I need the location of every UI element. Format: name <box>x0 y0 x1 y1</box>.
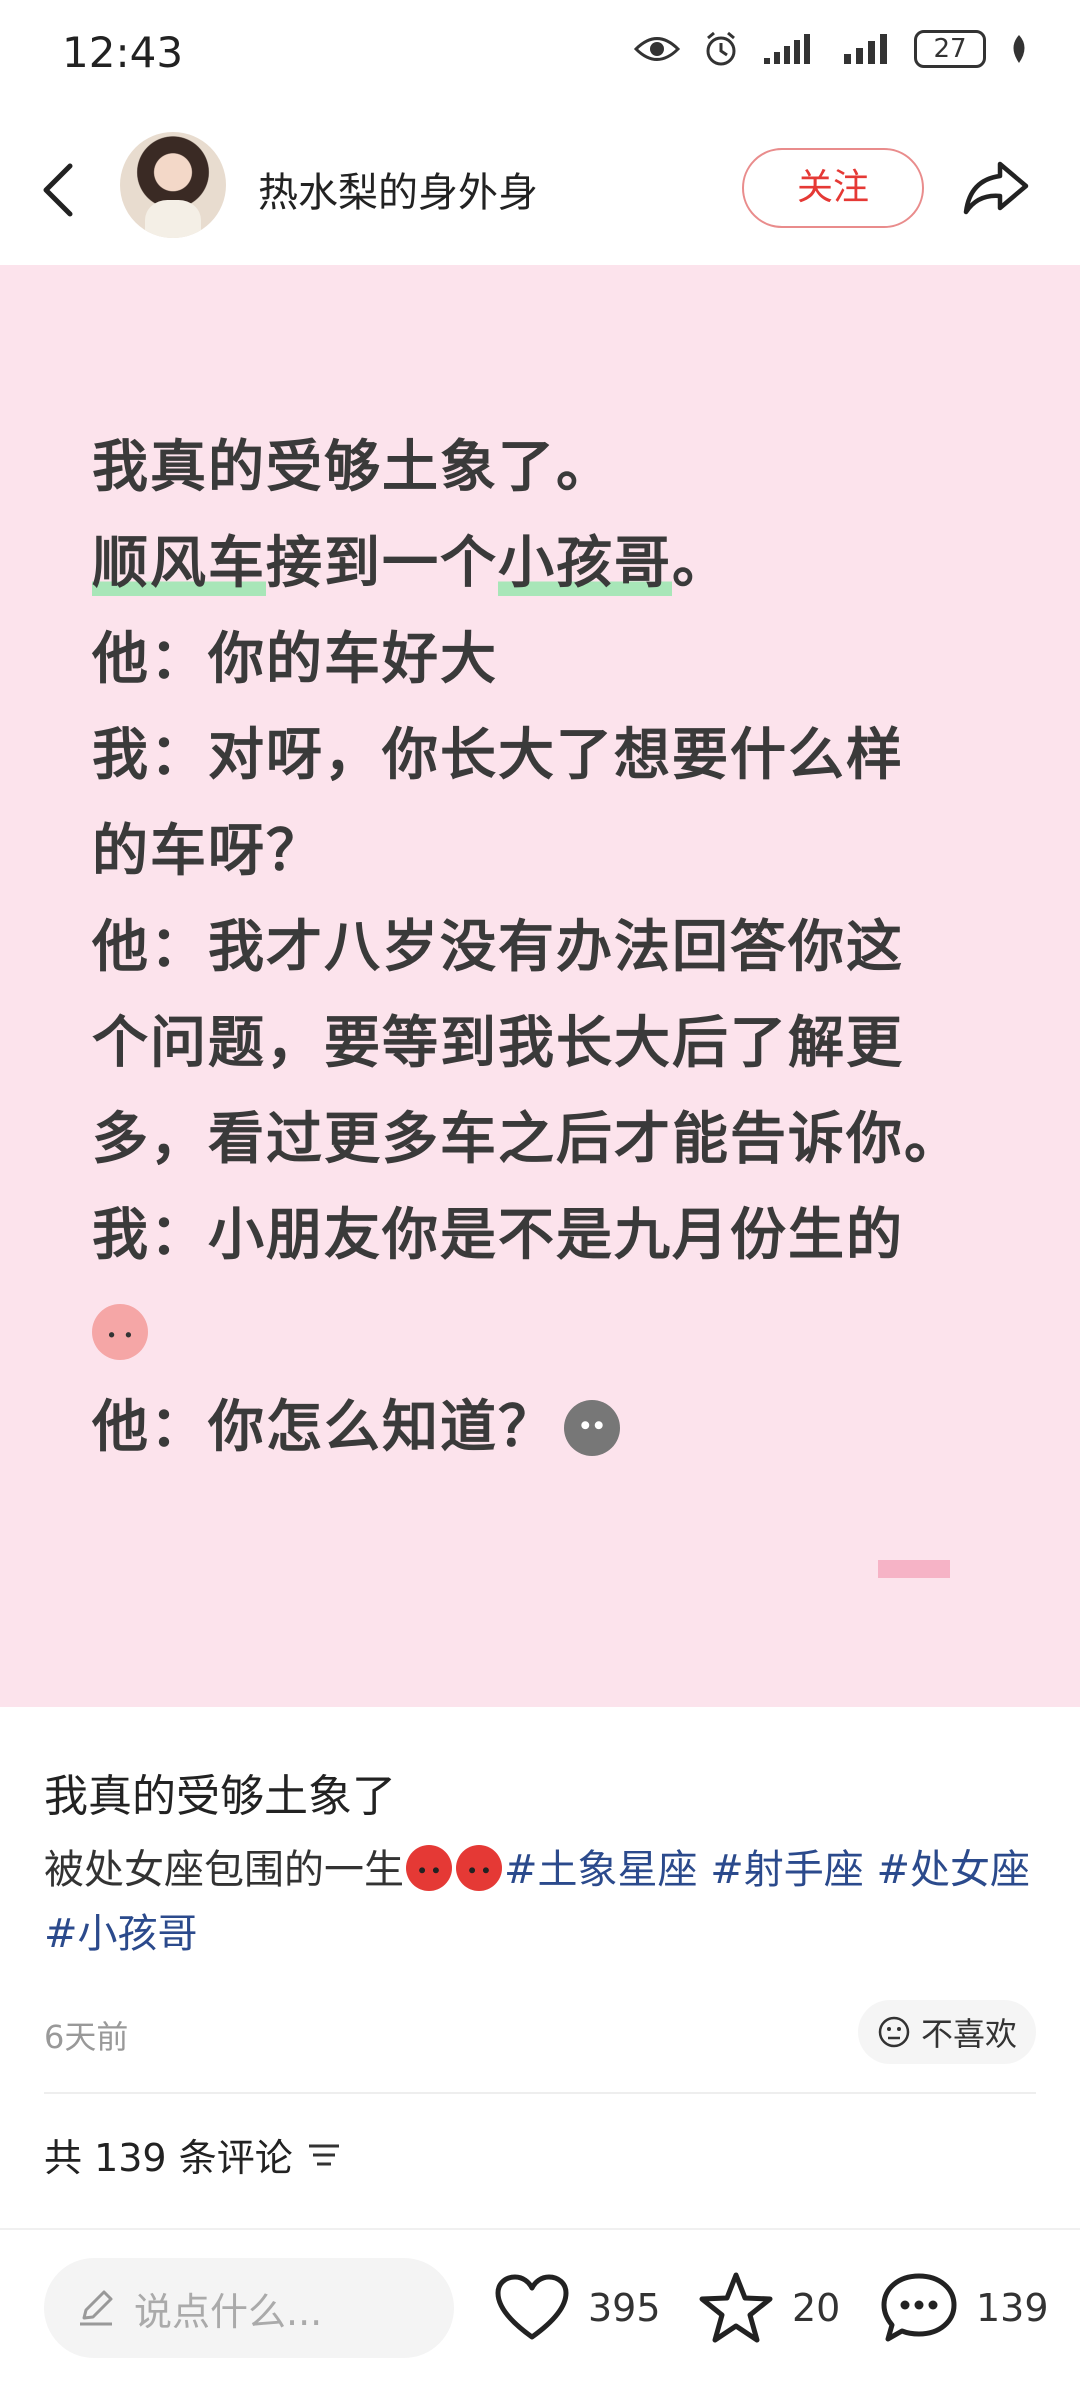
share-icon[interactable] <box>962 158 1030 218</box>
neutral-face-icon <box>878 2016 910 2048</box>
follow-button[interactable]: 关注 <box>742 148 924 228</box>
post-image-text: 我真的受够土象了。 顺风车接到一个小孩哥。 他：你的车好大 我：对呀，你长大了想… <box>92 420 1012 1476</box>
highlight-text: 小孩哥 <box>498 531 672 596</box>
avatar[interactable] <box>120 132 226 238</box>
comment-button[interactable]: 139 <box>880 2260 1049 2356</box>
post-line <box>92 1284 1012 1380</box>
post-title: 我真的受够土象了 <box>44 1771 396 1822</box>
hashtag[interactable]: #射手座 <box>710 1847 864 1893</box>
comment-input[interactable]: 说点什么... <box>44 2258 454 2358</box>
author-name[interactable]: 热水梨的身外身 <box>258 160 538 218</box>
hashtag[interactable]: #处女座 <box>876 1847 1030 1893</box>
watermark-bar <box>878 1560 950 1578</box>
pencil-icon <box>80 2290 113 2326</box>
post-body: 被处女座包围的一生 #土象星座 #射手座 #处女座 #小孩哥 <box>44 1845 1030 1957</box>
signal-icon <box>764 34 810 64</box>
chat-bubble-icon <box>881 2273 957 2342</box>
favorite-button[interactable]: 20 <box>698 2260 840 2356</box>
post-line: 多，看过更多车之后才能告诉你。 <box>92 1107 962 1172</box>
post-line: 顺风车接到一个小孩哥。 <box>92 531 730 596</box>
highlight-text: 顺风车 <box>92 531 266 596</box>
like-count: 395 <box>588 2286 661 2330</box>
star-icon <box>699 2272 773 2343</box>
battery-icon: 27 <box>914 30 986 68</box>
post-line: 我：对呀，你长大了想要什么样 <box>92 723 904 788</box>
post-line: 我真的受够土象了。 <box>92 435 614 500</box>
post-line: 的车呀？ <box>92 819 324 884</box>
alarm-icon <box>706 31 736 66</box>
leaf-icon <box>1013 35 1025 63</box>
post-line: 个问题，要等到我长大后了解更 <box>92 1011 904 1076</box>
post-line: 他：我才八岁没有办法回答你这 <box>92 915 904 980</box>
favorite-count: 20 <box>792 2286 841 2330</box>
sort-icon[interactable] <box>307 2141 341 2169</box>
hashtag[interactable]: #小孩哥 <box>44 1911 198 1957</box>
post-line: 他：你的车好大 <box>92 627 498 692</box>
status-icons: 27 <box>634 30 1030 68</box>
angry-face-emoji-icon <box>406 1845 452 1891</box>
post-image[interactable]: 我真的受够土象了。 顺风车接到一个小孩哥。 他：你的车好大 我：对呀，你长大了想… <box>0 265 1080 1707</box>
eye-icon <box>634 37 680 61</box>
post-line: 他：你怎么知道？ <box>92 1380 1012 1476</box>
signal-icon <box>844 34 887 64</box>
stone-face-emoji-icon <box>564 1400 620 1456</box>
comment-count[interactable]: 共 139 条评论 <box>44 2127 341 2182</box>
post-time: 6天前 <box>44 2018 129 2056</box>
pig-sweat-emoji-icon <box>92 1304 148 1360</box>
angry-face-emoji-icon <box>456 1845 502 1891</box>
heart-icon <box>495 2274 569 2340</box>
chevron-left-icon[interactable] <box>38 160 78 220</box>
hashtag[interactable]: #土象星座 <box>504 1847 698 1893</box>
like-button[interactable]: 395 <box>494 2260 661 2356</box>
comment-total: 139 <box>976 2286 1049 2330</box>
bottom-action-bar: 说点什么... 395 20 139 <box>0 2228 1080 2387</box>
dislike-label: 不喜欢 <box>920 2015 1017 2053</box>
divider <box>44 2092 1036 2094</box>
status-bar: 12:43 27 <box>0 0 1080 110</box>
dislike-button[interactable]: 不喜欢 <box>858 2000 1036 2064</box>
comment-input-placeholder: 说点什么... <box>134 2289 323 2334</box>
post-line: 我：小朋友你是不是九月份生的 <box>92 1203 904 1268</box>
post-header: 热水梨的身外身 关注 <box>0 120 1080 265</box>
comment-count-label: 共 139 条评论 <box>44 2136 293 2180</box>
status-time: 12:43 <box>62 28 184 77</box>
